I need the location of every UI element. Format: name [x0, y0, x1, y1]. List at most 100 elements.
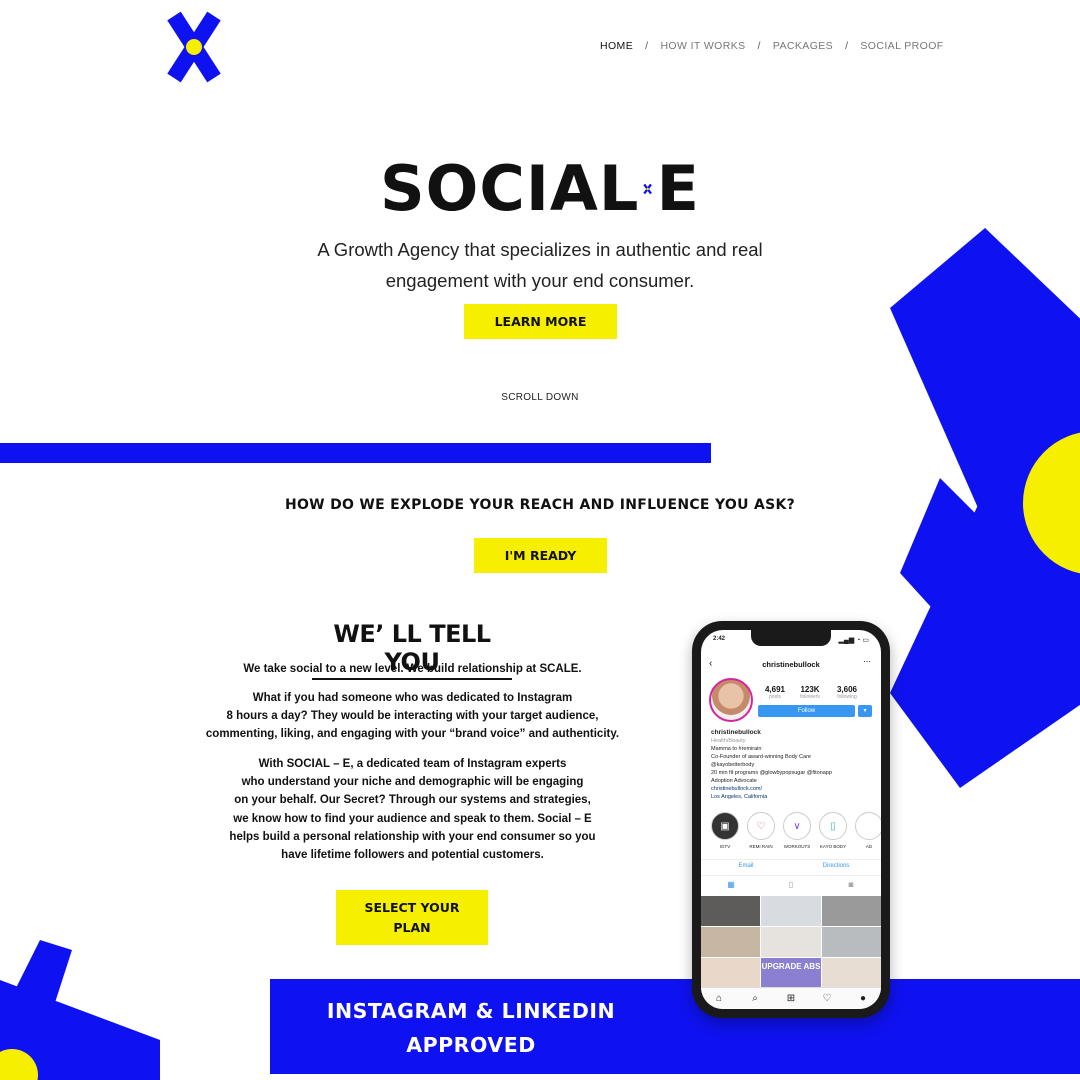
main-nav: HOME / HOW IT WORKS / PACKAGES / SOCIAL …	[600, 40, 944, 52]
decorative-x-right	[890, 228, 1080, 788]
stat-followers[interactable]: 123K followers	[795, 685, 825, 700]
stat-following[interactable]: 3,606 following	[832, 685, 862, 700]
nav-separator: /	[645, 40, 649, 52]
status-time: 2:42	[713, 636, 726, 642]
home-icon[interactable]: ⌂	[701, 993, 737, 1004]
post-thumbnail[interactable]	[761, 896, 821, 926]
bio-line: Co-Founder of award-winning Body Care	[711, 754, 811, 760]
paragraph-line: we know how to find your audience and sp…	[233, 812, 592, 825]
brand-text-right: E	[656, 152, 700, 225]
select-plan-line: SELECT YOUR	[364, 899, 460, 915]
ig-bottom-bar: ⌂ ⌕ ⊞ ♡ ●	[701, 987, 881, 1009]
profile-tabs: ▦ ▯ ◙	[701, 875, 881, 893]
nav-how-it-works[interactable]: HOW IT WORKS	[660, 40, 745, 52]
highlight-remi-rain[interactable]: ♡ REMI RAIN	[745, 812, 777, 849]
paragraph-line: 8 hours a day? They would be interacting…	[226, 710, 599, 723]
nav-home[interactable]: HOME	[600, 40, 633, 52]
nav-separator: /	[757, 40, 761, 52]
instagram-paragraph: What if you had someone who was dedicate…	[190, 689, 635, 744]
nav-social-proof[interactable]: SOCIAL PROOF	[860, 40, 943, 52]
highlight-label: REMI RAIN	[749, 844, 773, 849]
bio-location[interactable]: Los Angeles, California	[711, 793, 876, 801]
search-icon[interactable]: ⌕	[737, 993, 773, 1004]
post-thumbnail[interactable]	[761, 927, 821, 957]
grid-tab-icon[interactable]: ▦	[701, 880, 761, 889]
status-icons: ▂▄▆ ◔ ▭	[838, 637, 869, 644]
paragraph-line: helps build a personal relationship with…	[229, 830, 596, 843]
phone-notch	[751, 630, 831, 646]
post-thumbnail[interactable]	[701, 958, 761, 988]
stat-value: 123K	[800, 685, 820, 694]
im-ready-button[interactable]: I'M READY	[474, 538, 607, 573]
tagline-line: engagement with your end consumer.	[385, 270, 695, 291]
profile-icon[interactable]: ●	[845, 993, 881, 1004]
highlight-ad[interactable]: AD	[853, 812, 881, 849]
brand-x-icon	[643, 183, 653, 195]
stat-value: 4,691	[764, 685, 786, 694]
stat-value: 3,606	[836, 685, 858, 694]
more-icon[interactable]: ⋯	[863, 657, 871, 666]
learn-more-button[interactable]: LEARN MORE	[464, 304, 617, 339]
brand-wordmark: SOCIAL E	[380, 158, 700, 220]
stat-label: followers	[800, 694, 820, 700]
nav-separator: /	[845, 40, 849, 52]
contact-row: Email Directions	[701, 859, 881, 869]
email-button[interactable]: Email	[701, 863, 791, 869]
bio-link[interactable]: christinebullock.com/	[711, 785, 876, 793]
stat-label: posts	[769, 694, 781, 700]
reach-question: HOW DO WE EXPLODE YOUR REACH AND INFLUEN…	[284, 497, 796, 513]
tagged-tab-icon[interactable]: ◙	[821, 880, 881, 889]
follow-button[interactable]: Follow	[758, 705, 855, 717]
add-post-icon[interactable]: ⊞	[773, 993, 809, 1004]
post-thumbnail[interactable]: UPGRADE ABS	[761, 958, 821, 988]
logo-icon[interactable]	[166, 10, 222, 85]
post-thumbnail[interactable]	[701, 927, 761, 957]
bio-line: Mamma to #remirain	[711, 746, 762, 752]
profile-avatar[interactable]	[709, 678, 753, 722]
highlight-workouts[interactable]: ∨ WORKOUTS	[781, 812, 813, 849]
highlight-igtv[interactable]: ▣ IGTV	[709, 812, 741, 849]
nav-packages[interactable]: PACKAGES	[773, 40, 833, 52]
stat-posts[interactable]: 4,691 posts	[760, 685, 790, 700]
bio-line: @kayobetterbody	[711, 762, 755, 768]
post-grid: UPGRADE ABS	[701, 896, 881, 988]
profile-bio: christinebullock Health/Beauty Mamma to …	[711, 729, 876, 801]
highlight-kayo-body[interactable]: ▯ KAYO BODY	[817, 812, 849, 849]
paragraph-line: With SOCIAL – E, a dedicated team of Ins…	[258, 758, 567, 770]
post-thumbnail[interactable]	[701, 896, 761, 926]
bio-name: christinebullock	[711, 729, 761, 736]
tagline-line: A Growth Agency that specializes in auth…	[317, 239, 763, 260]
follow-dropdown-icon[interactable]: ▾	[858, 705, 872, 717]
paragraph-line: What if you had someone who was dedicate…	[252, 692, 573, 704]
hero-tagline: A Growth Agency that specializes in auth…	[300, 234, 780, 296]
team-paragraph: With SOCIAL – E, a dedicated team of Ins…	[190, 755, 635, 864]
approved-text: INSTAGRAM & LINKEDIN APPROVED	[290, 994, 652, 1062]
highlight-label: KAYO BODY	[819, 844, 847, 849]
bio-line: Adoption Advocate	[711, 778, 757, 784]
intro-paragraph: We take social to a new level. We build …	[243, 663, 582, 675]
approved-line: APPROVED	[406, 1033, 536, 1057]
heart-icon[interactable]: ♡	[809, 993, 845, 1004]
scroll-down-link[interactable]: SCROLL DOWN	[480, 392, 600, 403]
phone-mockup: 2:42 ▂▄▆ ◔ ▭ ‹ christinebullock ⋯ 4,691 p…	[692, 621, 890, 1018]
post-thumbnail[interactable]	[821, 958, 881, 988]
brand-text-left: SOCIAL	[380, 152, 640, 225]
tv-icon: ▣	[711, 812, 739, 840]
post-thumbnail[interactable]	[821, 927, 881, 957]
select-plan-line: PLAN	[393, 919, 431, 935]
directions-button[interactable]: Directions	[791, 863, 881, 869]
select-plan-button[interactable]: SELECT YOUR PLAN	[336, 890, 488, 945]
paragraph-line: on your behalf. Our Secret? Through our …	[234, 794, 591, 807]
bottles-icon: ▯	[819, 812, 847, 840]
foot-icon: ♡	[747, 812, 775, 840]
feed-tab-icon[interactable]: ▯	[761, 880, 821, 889]
paragraph-line: who understand your niche and demographi…	[241, 776, 584, 789]
approved-line: INSTAGRAM & LINKEDIN	[326, 999, 616, 1023]
highlight-label: IGTV	[719, 844, 731, 849]
paragraph-line: have lifetime followers and potential cu…	[281, 849, 544, 862]
stat-label: following	[837, 694, 857, 700]
post-thumbnail[interactable]	[821, 896, 881, 926]
bio-category: Health/Beauty	[711, 738, 746, 744]
v-icon: ∨	[783, 812, 811, 840]
profile-username: christinebullock	[762, 660, 820, 669]
